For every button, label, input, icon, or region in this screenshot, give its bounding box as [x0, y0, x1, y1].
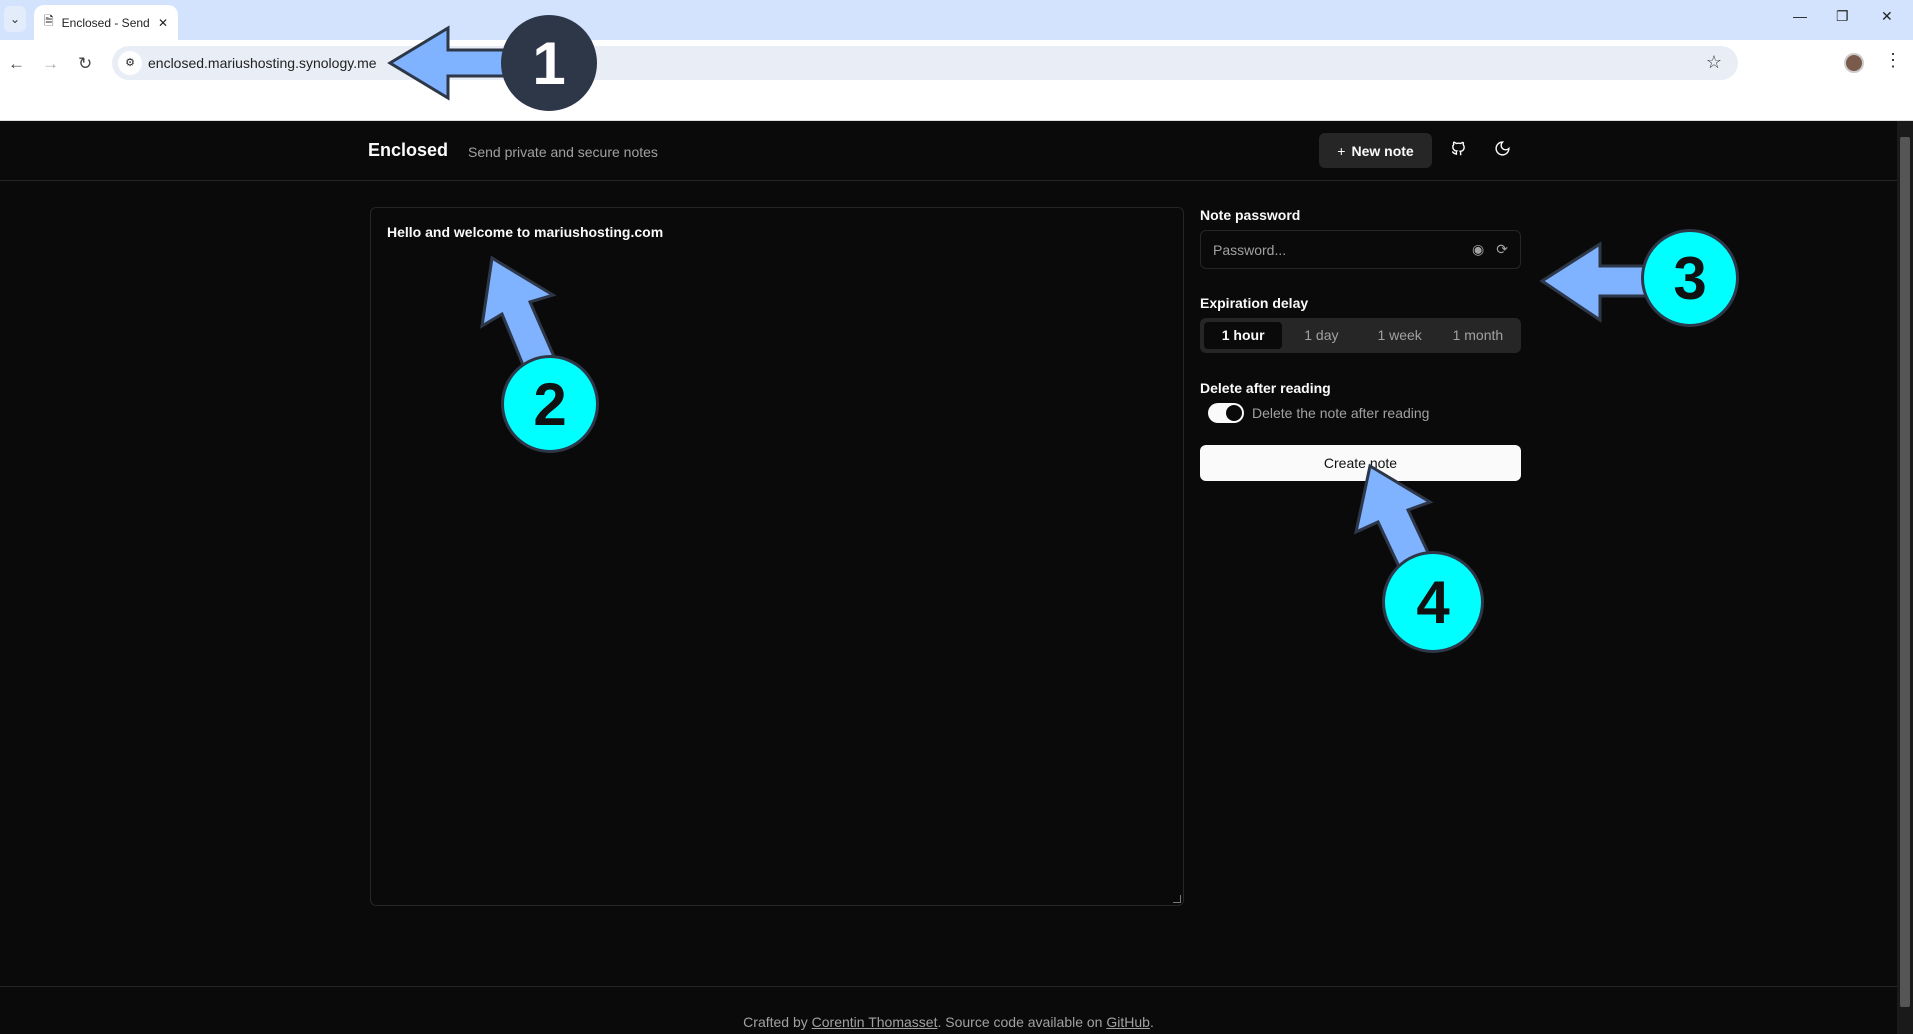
annotation-1: 1 — [501, 15, 597, 111]
annotation-3: 3 — [1641, 229, 1739, 327]
annotation-2: 2 — [501, 355, 599, 453]
annotation-arrows — [387, 25, 1662, 592]
annotation-4: 4 — [1382, 551, 1484, 653]
